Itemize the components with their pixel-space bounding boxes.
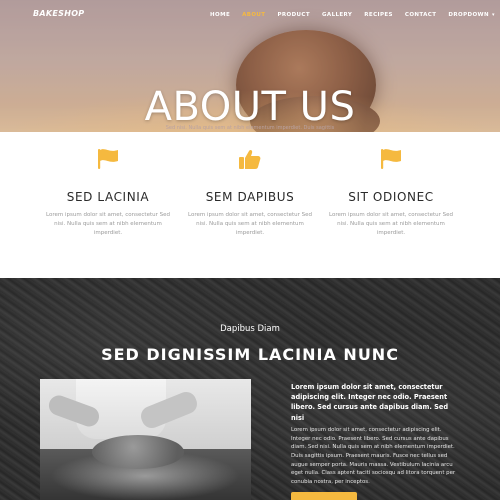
features-section: SED LACINIA Lorem ipsum dolor sit amet, … <box>0 132 500 278</box>
flag-icon <box>326 146 456 172</box>
nav-item-about[interactable]: ABOUT <box>242 12 265 18</box>
feature-card: SEM DAPIBUS Lorem ipsum dolor sit amet, … <box>185 146 315 237</box>
chevron-down-icon: ▾ <box>492 12 495 18</box>
flag-icon <box>43 146 173 172</box>
feature-title: SEM DAPIBUS <box>205 190 295 204</box>
main-nav: HOME ABOUT PRODUCT GALLERY RECIPES CONTA… <box>210 12 500 18</box>
dough-ball <box>92 435 184 469</box>
feature-card: SIT ODIONEC Lorem ipsum dolor sit amet, … <box>326 146 456 237</box>
brand-logo[interactable]: BAKESHOP <box>33 9 84 18</box>
page-title: ABOUT US <box>144 84 356 130</box>
feature-title: SIT ODIONEC <box>348 190 434 204</box>
feature-text: Lorem ipsum dolor sit amet, consectetur … <box>188 212 312 236</box>
nav-item-dropdown[interactable]: DROPDOWN ▾ <box>448 12 495 18</box>
nav-item-contact[interactable]: CONTACT <box>405 12 436 18</box>
feature-text: Lorem ipsum dolor sit amet, consectetur … <box>46 212 170 236</box>
section-subtitle: Dapibus Diam <box>220 324 280 334</box>
nav-item-product[interactable]: PRODUCT <box>277 12 310 18</box>
feature-text: Lorem ipsum dolor sit amet, consectetur … <box>329 212 453 236</box>
nav-item-home[interactable]: HOME <box>210 12 230 18</box>
baker-kneading-image <box>40 379 251 500</box>
nav-item-gallery[interactable]: GALLERY <box>322 12 352 18</box>
section-lead-text: Lorem ipsum dolor sit amet, consectetur … <box>291 383 449 422</box>
section-title: SED DIGNISSIM LACINIA NUNC <box>101 345 399 364</box>
feature-card: SED LACINIA Lorem ipsum dolor sit amet, … <box>43 146 173 237</box>
nav-item-recipes[interactable]: RECIPES <box>364 12 393 18</box>
read-more-button[interactable] <box>291 492 357 500</box>
about-detail-section: Dapibus Diam SED DIGNISSIM LACINIA NUNC … <box>0 278 500 500</box>
nav-item-dropdown-label: DROPDOWN <box>448 12 490 18</box>
thumbs-up-icon <box>185 146 315 172</box>
feature-title: SED LACINIA <box>66 190 150 204</box>
section-body-text: Lorem ipsum dolor sit amet, consectetur … <box>291 427 456 485</box>
hero-banner: BAKESHOP HOME ABOUT PRODUCT GALLERY RECI… <box>0 0 500 132</box>
